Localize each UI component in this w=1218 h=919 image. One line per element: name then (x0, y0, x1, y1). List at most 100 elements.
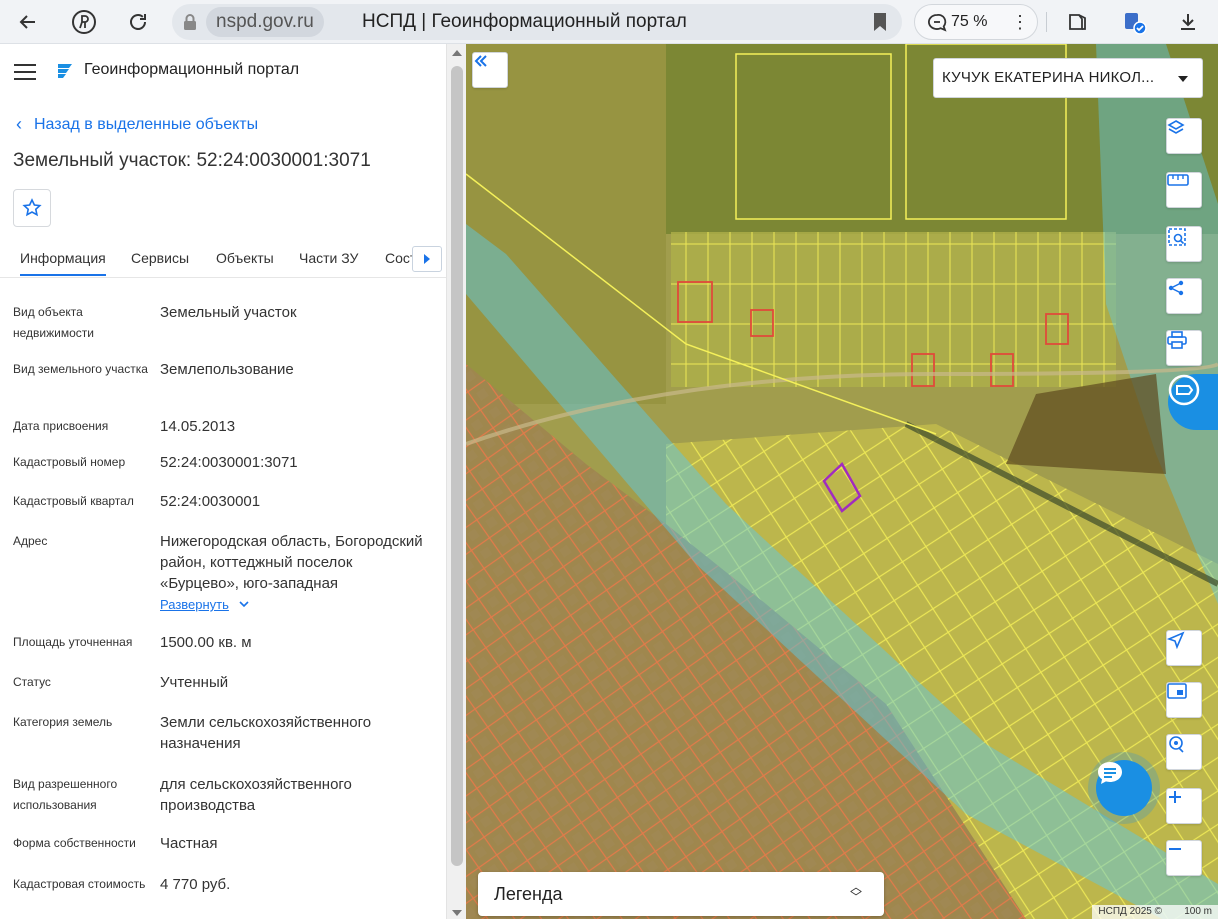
address-text: Нижегородская область, Богородский район… (160, 533, 423, 592)
url-domain[interactable]: nspd.gov.ru (206, 7, 324, 37)
attribution-text: НСПД 2025 © (1098, 906, 1162, 917)
yandex-logo-icon[interactable] (66, 4, 102, 40)
star-icon (22, 198, 42, 217)
layers-button[interactable] (1166, 118, 1202, 154)
field-value: 4 770 руб. (160, 876, 231, 893)
user-account-select[interactable]: КУЧУК ЕКАТЕРИНА НИКОЛ... (933, 58, 1203, 98)
field-label: Форма собственности (13, 836, 136, 850)
menu-icon[interactable] (14, 64, 36, 80)
tab-services[interactable]: Сервисы (131, 250, 189, 266)
field-label: Статус (13, 675, 51, 689)
lock-icon (184, 14, 196, 30)
chat-icon (1098, 762, 1122, 784)
print-icon (1167, 331, 1187, 349)
field-label: Вид объекта недвижимости (13, 305, 94, 340)
layers-icon (1167, 120, 1185, 134)
field-label: Вид земельного участка (13, 362, 148, 376)
assistant-logo-icon (1168, 374, 1200, 406)
field-label: Кадастровый квартал (13, 494, 134, 508)
favorite-button[interactable] (13, 189, 51, 227)
field-label: Вид разрешенного использования (13, 777, 118, 812)
field-value: 14.05.2013 (160, 418, 236, 435)
scroll-up-icon[interactable] (452, 50, 462, 56)
back-to-selected-link[interactable]: ‹ Назад в выделенные объекты (16, 114, 258, 135)
panel-scrollbar[interactable] (446, 44, 466, 919)
user-name[interactable]: КУЧУК ЕКАТЕРИНА НИКОЛ... (942, 69, 1154, 86)
field-value: Нижегородская область, Богородский район… (160, 531, 430, 615)
back-link-label[interactable]: Назад в выделенные объекты (34, 116, 258, 134)
double-chevron-left-icon (474, 55, 487, 67)
chat-button[interactable] (1096, 760, 1152, 816)
field-label: Кадастровый номер (13, 455, 126, 469)
reload-icon[interactable] (120, 4, 156, 40)
scale-label: 100 m (1184, 906, 1212, 917)
object-info-panel: Геоинформационный портал ‹ Назад в выдел… (0, 44, 446, 919)
bookmark-icon[interactable] (872, 12, 888, 32)
map-attribution: НСПД 2025 © 100 m (1092, 905, 1218, 919)
ruler-icon (1167, 174, 1189, 186)
collapse-panel-button[interactable] (472, 52, 508, 88)
extensions-icon[interactable] (1116, 4, 1152, 40)
tabs-next-button[interactable] (412, 246, 442, 272)
address-bar[interactable]: nspd.gov.ru НСПД | Геоинформационный пор… (172, 4, 902, 40)
share-button[interactable] (1166, 278, 1202, 314)
field-value: Землепользование (160, 361, 294, 378)
plus-icon (1169, 791, 1181, 803)
info-tabs: Информация Сервисы Объекты Части ЗУ Сост (0, 240, 446, 278)
field-value: 52:24:0030001:3071 (160, 454, 298, 471)
field-label: Площадь уточненная (13, 635, 133, 649)
download-icon[interactable] (1170, 4, 1206, 40)
location-pin-icon (1169, 736, 1184, 753)
chevron-right-icon (424, 254, 430, 264)
field-value: для сельскохозяйственного производства (160, 776, 352, 814)
field-value: Частная (160, 835, 218, 852)
zoom-out-button[interactable] (1166, 840, 1202, 876)
select-area-icon (1168, 228, 1186, 246)
chat-bubble-icon (928, 14, 947, 32)
location-search-button[interactable] (1166, 734, 1202, 770)
field-value: Учтенный (160, 674, 229, 691)
assistant-tab[interactable] (1168, 374, 1218, 430)
share-icon (1168, 280, 1184, 296)
field-label: Дата присвоения (13, 419, 109, 433)
field-value: 52:24:0030001 (160, 493, 261, 510)
field-value: Земельный участок (160, 304, 297, 321)
picture-in-picture-icon (1167, 683, 1187, 699)
expand-address-link[interactable]: Развернуть (160, 597, 229, 612)
zoom-in-button[interactable] (1166, 788, 1202, 824)
print-button[interactable] (1166, 330, 1202, 366)
tab-parts[interactable]: Части ЗУ (299, 250, 358, 266)
zoom-control[interactable]: 75 % ⋮ (914, 4, 1038, 40)
area-search-button[interactable] (1166, 226, 1202, 262)
scroll-thumb[interactable] (451, 66, 463, 866)
field-label: Категория земель (13, 715, 113, 729)
object-title: Земельный участок: 52:24:0030001:3071 (13, 150, 371, 171)
tab-title: НСПД | Геоинформационный портал (362, 11, 687, 32)
browser-toolbar: nspd.gov.ru НСПД | Геоинформационный пор… (0, 0, 1218, 44)
caret-down-icon[interactable] (1178, 76, 1188, 82)
portal-logo-icon (58, 64, 72, 78)
back-arrow-icon[interactable] (10, 4, 46, 40)
field-value: Земли сельскохозяйственного назначения (160, 714, 372, 752)
field-label: Адрес (13, 534, 48, 548)
scroll-down-icon[interactable] (452, 910, 462, 916)
legend-label[interactable]: Легенда (494, 884, 562, 905)
chevron-down-icon[interactable] (239, 601, 249, 609)
tab-objects[interactable]: Объекты (216, 250, 274, 266)
field-value: 1500.00 кв. м (160, 634, 252, 651)
tab-information[interactable]: Информация (20, 250, 106, 276)
minimap-button[interactable] (1166, 682, 1202, 718)
zoom-level: 75 % (951, 13, 988, 30)
map-view[interactable]: КУЧУК ЕКАТЕРИНА НИКОЛ... Легенда ︿ ﹀ НСП… (466, 44, 1218, 919)
measure-button[interactable] (1166, 172, 1202, 208)
more-menu-icon[interactable]: ⋮ (1011, 5, 1029, 39)
collections-icon[interactable] (1060, 4, 1096, 40)
field-label: Кадастровая стоимость (13, 877, 146, 891)
portal-name: Геоинформационный портал (84, 61, 300, 78)
minus-icon (1169, 848, 1181, 850)
legend-panel[interactable]: Легенда ︿ ﹀ (478, 872, 884, 916)
expand-collapse-icon[interactable]: ︿ ﹀ (850, 881, 862, 903)
chevron-left-icon: ‹ (16, 114, 22, 134)
geolocate-button[interactable] (1166, 630, 1202, 666)
navigation-arrow-icon (1167, 631, 1185, 649)
